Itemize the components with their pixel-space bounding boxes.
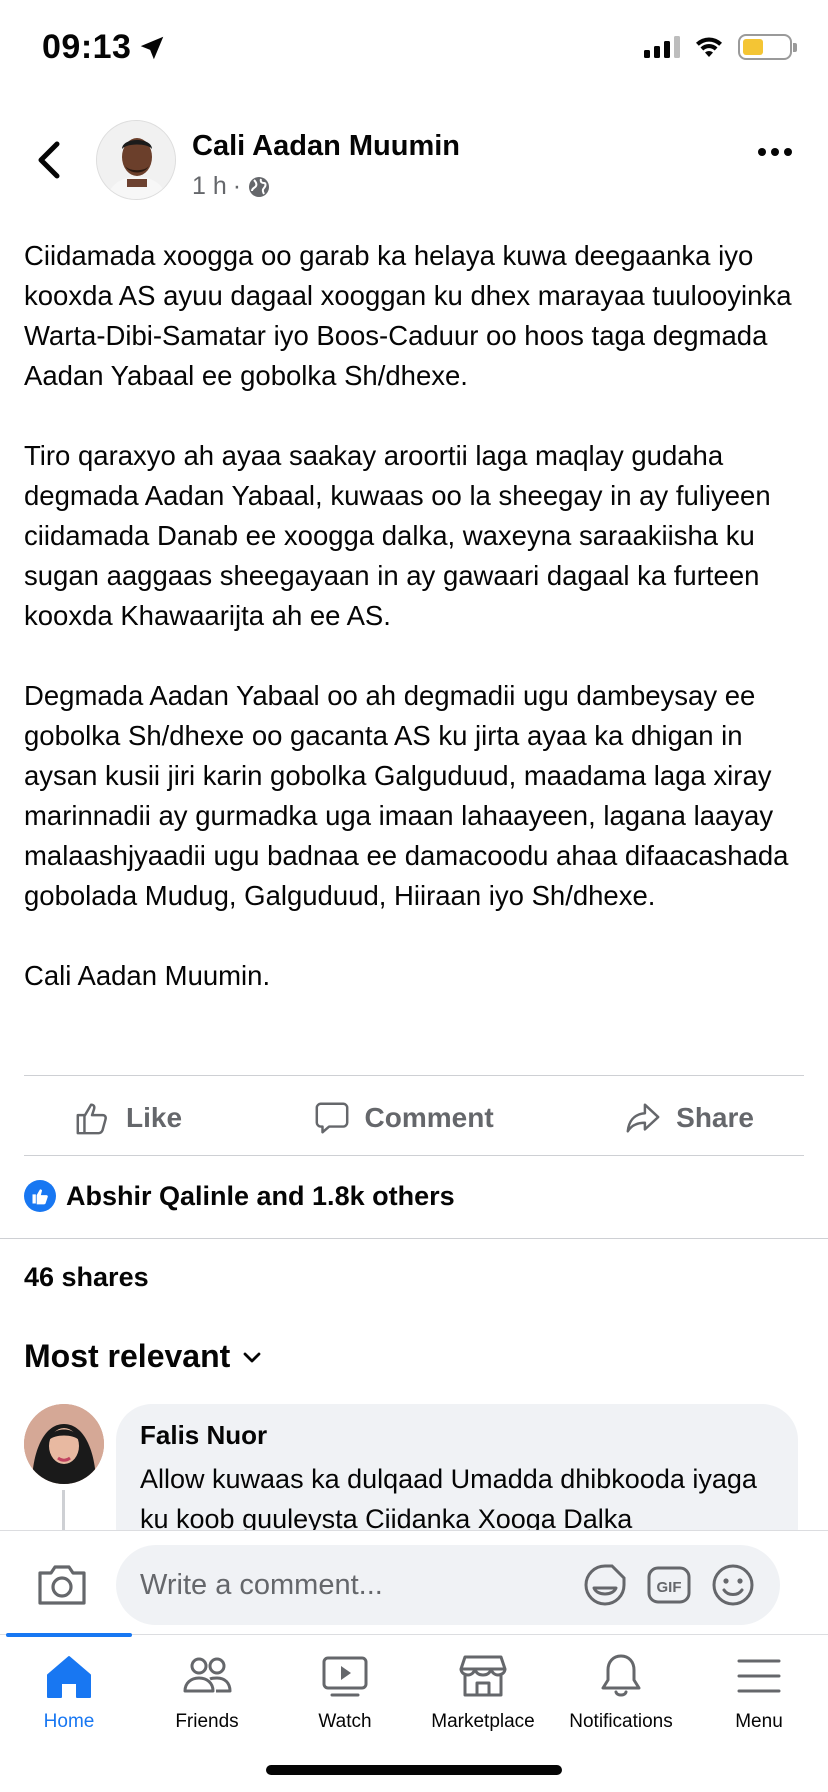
nav-label: Menu [735,1711,783,1732]
shares-count[interactable]: 46 shares [24,1262,149,1293]
post-text: Ciidamada xoogga oo garab ka helaya kuwa… [24,236,804,996]
more-dot [771,148,779,156]
meta-separator: · [232,172,242,200]
post-paragraph: Degmada Aadan Yabaal oo ah degmadii ugu … [24,680,789,911]
nav-label: Home [43,1711,95,1732]
reactions-text: Abshir Qalinle and 1.8k others [66,1180,455,1211]
cellular-signal-icon [644,36,680,58]
more-dot [784,148,792,156]
gif-icon[interactable]: GIF [646,1562,692,1608]
comment-text: Allow kuwaas ka dulqaad Umadda dhibkooda… [140,1464,757,1534]
like-button[interactable]: Like [74,1099,182,1137]
chevron-left-icon [38,141,60,179]
comment-composer: GIF [0,1530,828,1634]
share-label: Share [676,1102,754,1133]
marketplace-icon [459,1655,507,1697]
commenter-name[interactable]: Falis Nuor [140,1420,774,1451]
globe-icon [249,176,270,197]
like-reaction-icon [24,1180,56,1212]
sort-label: Most relevant [24,1338,231,1374]
post-meta: 1 h · [192,172,271,201]
post-time[interactable]: 1 h [192,172,227,201]
comment-input[interactable] [140,1568,582,1602]
comment-label: Comment [364,1102,494,1133]
nav-label: Friends [175,1711,239,1732]
friends-icon [183,1657,232,1693]
status-time-text: 09:13 [42,28,132,66]
post-paragraph: Ciidamada xoogga oo garab ka helaya kuwa… [24,240,792,391]
nav-home[interactable]: Home [0,1649,138,1733]
bell-icon [601,1654,641,1697]
author-avatar[interactable] [96,120,176,200]
thumbs-up-icon [76,1103,107,1135]
more-dot [758,148,766,156]
section-divider [0,1238,828,1239]
nav-label: Watch [318,1711,372,1732]
sticker-icon[interactable] [582,1562,628,1608]
nav-watch[interactable]: Watch [276,1649,414,1733]
more-options-button[interactable] [758,148,792,156]
nav-items: Home Friends Watch Marketplace Notificat… [0,1649,828,1733]
svg-text:GIF: GIF [657,1579,682,1596]
composer-icons: GIF [582,1562,756,1608]
comment-thread-line [62,1490,65,1530]
comment-sort-dropdown[interactable]: Most relevant [24,1338,264,1375]
comment-icon [315,1102,348,1134]
nav-label: Notifications [569,1711,673,1732]
home-icon [47,1656,91,1698]
like-label: Like [126,1102,183,1133]
location-arrow-icon [141,36,164,59]
nav-notifications[interactable]: Notifications [552,1649,690,1733]
nav-label: Marketplace [431,1711,535,1732]
nav-friends[interactable]: Friends [138,1649,276,1733]
commenter-avatar[interactable] [24,1404,104,1484]
watch-icon [322,1656,368,1697]
divider [24,1155,804,1156]
nav-menu[interactable]: Menu [690,1649,828,1733]
home-indicator [266,1765,562,1775]
bottom-nav: Home Friends Watch Marketplace Notificat… [0,1633,828,1792]
share-icon [626,1103,660,1133]
divider [24,1075,804,1076]
battery-level [743,39,763,55]
camera-icon [38,1565,86,1605]
reactions-summary[interactable]: Abshir Qalinle and 1.8k others [24,1180,455,1212]
post-actions: Like Comment Share [24,1078,804,1158]
back-button[interactable] [30,140,66,180]
menu-icon [737,1659,781,1693]
author-name[interactable]: Cali Aadan Muumin [192,130,460,163]
status-time: 09:13 [42,28,167,67]
post-paragraph: Tiro qaraxyo ah ayaa saakay aroortii lag… [24,440,771,631]
comment-button[interactable]: Comment [313,1099,494,1137]
nav-marketplace[interactable]: Marketplace [414,1649,552,1733]
wifi-icon [696,37,722,57]
emoji-icon[interactable] [710,1562,756,1608]
camera-button[interactable] [36,1561,88,1607]
status-bar: 09:13 [0,0,828,100]
post-signature: Cali Aadan Muumin. [24,960,271,991]
avatar-image [97,121,175,199]
battery-icon [738,34,797,60]
comment-input-container[interactable]: GIF [116,1545,780,1625]
commenter-avatar-image [24,1404,104,1484]
share-button[interactable]: Share [624,1099,754,1137]
chevron-down-icon [243,1352,261,1362]
active-tab-indicator [6,1633,132,1637]
post-header: Cali Aadan Muumin 1 h · [0,110,828,210]
status-indicators [644,34,797,60]
